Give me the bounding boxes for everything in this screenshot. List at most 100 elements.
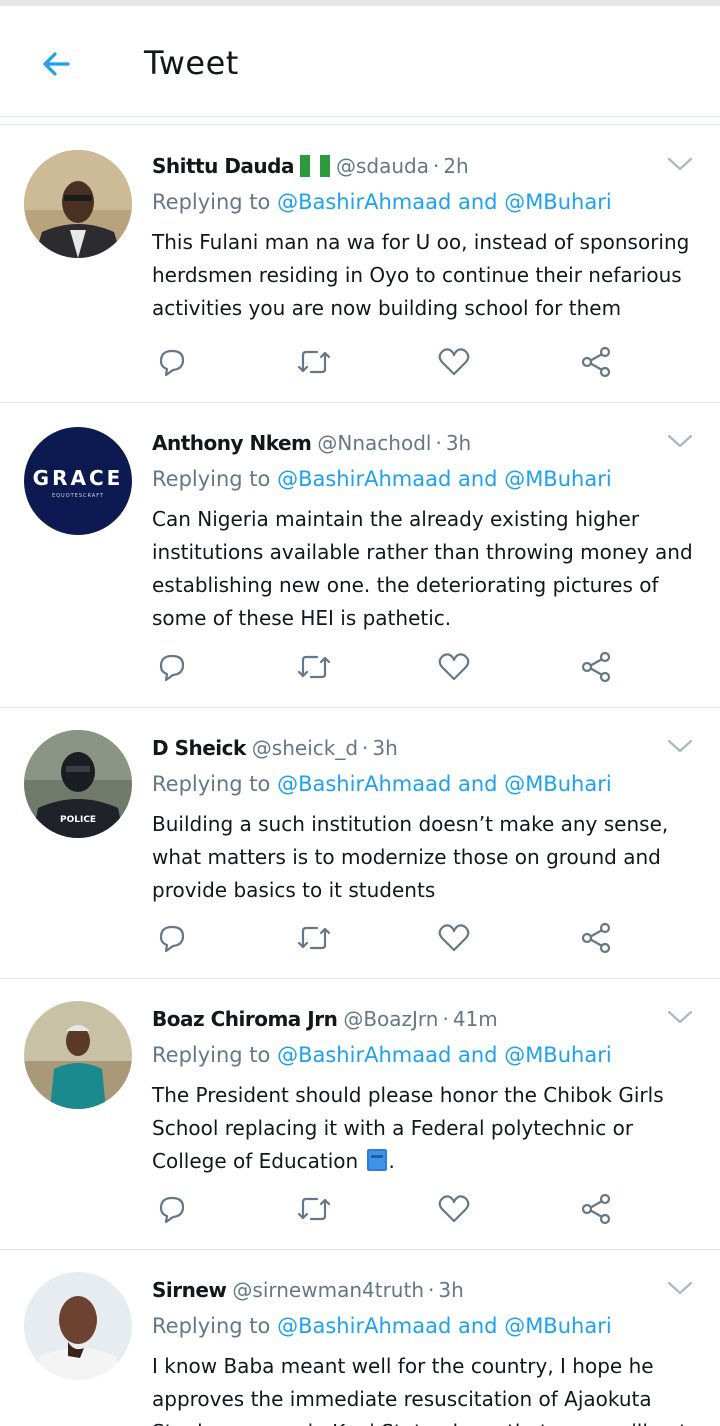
like-button[interactable] bbox=[434, 1189, 474, 1229]
chevron-down-icon[interactable] bbox=[666, 431, 694, 451]
like-button[interactable] bbox=[434, 647, 474, 687]
avatar[interactable] bbox=[24, 1272, 132, 1380]
app-header: Tweet bbox=[0, 6, 720, 117]
timestamp: 3h bbox=[372, 736, 398, 760]
heart-icon bbox=[438, 653, 470, 681]
arrow-left-icon bbox=[43, 52, 70, 76]
display-name[interactable]: Shittu Dauda bbox=[152, 154, 294, 178]
mention-link[interactable]: @MBuhari bbox=[504, 1043, 611, 1067]
chevron-down-icon[interactable] bbox=[666, 1278, 694, 1298]
mention-link[interactable]: @BashirAhmaad bbox=[277, 772, 451, 796]
mention-link[interactable]: @BashirAhmaad bbox=[277, 1314, 451, 1338]
retweet-button[interactable] bbox=[294, 1189, 334, 1229]
tweet-item[interactable]: GRACE EQUOTESCRAFT Anthony Nkem @Nnachodl… bbox=[0, 403, 720, 708]
heart-icon bbox=[438, 348, 470, 376]
like-button[interactable] bbox=[434, 918, 474, 958]
heart-icon bbox=[438, 924, 470, 952]
share-button[interactable] bbox=[576, 1189, 616, 1229]
retweet-button[interactable] bbox=[294, 342, 334, 382]
tweet-item[interactable]: Boaz Chiroma Jrn @BoazJrn · 41m Replying to… bbox=[0, 979, 720, 1250]
mention-link[interactable]: @MBuhari bbox=[504, 772, 611, 796]
share-icon bbox=[581, 651, 611, 683]
tweet-text: Building a such institution doesn’t make… bbox=[152, 812, 669, 902]
tweet-text: The President should please honor the Ch… bbox=[152, 1083, 664, 1173]
nigeria-flag-icon bbox=[299, 155, 330, 177]
chevron-down-icon[interactable] bbox=[666, 736, 694, 756]
tweet-item[interactable]: Shittu Dauda @sdauda · 2h Replying to @Bash… bbox=[0, 126, 720, 403]
reply-bubble-icon bbox=[159, 654, 185, 682]
blue-book-emoji bbox=[366, 1149, 387, 1171]
share-button[interactable] bbox=[576, 918, 616, 958]
action-bar bbox=[152, 647, 622, 687]
avatar-badge-text: POLICE bbox=[60, 815, 96, 825]
tweet-item[interactable]: Sirnew @sirnewman4truth · 3h Replying to @B… bbox=[0, 1250, 720, 1426]
chevron-down-icon[interactable] bbox=[666, 154, 694, 174]
share-button[interactable] bbox=[576, 342, 616, 382]
user-handle[interactable]: @BoazJrn bbox=[343, 1007, 438, 1031]
action-bar bbox=[152, 1189, 622, 1229]
share-icon bbox=[581, 346, 611, 378]
tweet-text: Can Nigeria maintain the already existin… bbox=[152, 507, 693, 630]
mention-link[interactable]: @MBuhari bbox=[504, 1314, 611, 1338]
user-handle[interactable]: @sheick_d bbox=[252, 736, 358, 760]
replying-to: Replying to @BashirAhmaad and @MBuhari bbox=[152, 1314, 612, 1338]
replying-to: Replying to @BashirAhmaad and @MBuhari bbox=[152, 772, 612, 796]
retweet-button[interactable] bbox=[294, 918, 334, 958]
user-handle[interactable]: @sirnewman4truth bbox=[232, 1278, 424, 1302]
avatar[interactable] bbox=[24, 1001, 132, 1109]
separator-dot: · bbox=[442, 1007, 449, 1031]
mention-link[interactable]: @MBuhari bbox=[504, 190, 611, 214]
reply-bubble-icon bbox=[159, 925, 185, 953]
share-icon bbox=[581, 922, 611, 954]
tweet-header: Boaz Chiroma Jrn @BoazJrn · 41m bbox=[152, 1005, 680, 1033]
tweet-header: Shittu Dauda @sdauda · 2h bbox=[152, 152, 680, 180]
retweet-icon bbox=[297, 1197, 331, 1221]
mention-link[interactable]: @MBuhari bbox=[504, 467, 611, 491]
display-name[interactable]: D Sheick bbox=[152, 736, 246, 760]
reply-button[interactable] bbox=[152, 918, 192, 958]
reply-button[interactable] bbox=[152, 647, 192, 687]
like-button[interactable] bbox=[434, 342, 474, 382]
display-name[interactable]: Sirnew bbox=[152, 1278, 227, 1302]
tweet-item[interactable]: POLICE D Sheick @sheick_d · 3h Replying to … bbox=[0, 708, 720, 979]
mention-link[interactable]: @BashirAhmaad bbox=[277, 467, 451, 491]
retweet-button[interactable] bbox=[294, 647, 334, 687]
user-handle[interactable]: @sdauda bbox=[336, 154, 429, 178]
timestamp: 3h bbox=[445, 431, 472, 455]
retweet-icon bbox=[297, 350, 331, 374]
tweet-header: Sirnew @sirnewman4truth · 3h bbox=[152, 1276, 680, 1304]
divider bbox=[0, 124, 720, 125]
avatar[interactable]: GRACE EQUOTESCRAFT bbox=[24, 427, 132, 535]
mention-link[interactable]: @BashirAhmaad bbox=[277, 190, 451, 214]
tweet-header: D Sheick @sheick_d · 3h bbox=[152, 734, 680, 762]
avatar-logo-subtext: EQUOTESCRAFT bbox=[52, 493, 104, 499]
reply-button[interactable] bbox=[152, 342, 192, 382]
separator-dot: · bbox=[435, 431, 442, 455]
avatar[interactable]: POLICE bbox=[24, 730, 132, 838]
reply-bubble-icon bbox=[159, 349, 185, 377]
chevron-down-icon[interactable] bbox=[666, 1007, 694, 1027]
tweet-header: Anthony Nkem @Nnachodl · 3h bbox=[152, 429, 680, 457]
reply-bubble-icon bbox=[159, 1196, 185, 1224]
retweet-icon bbox=[297, 926, 331, 950]
display-name[interactable]: Boaz Chiroma Jrn bbox=[152, 1007, 338, 1031]
share-icon bbox=[581, 1193, 611, 1225]
avatar[interactable] bbox=[24, 150, 132, 258]
avatar-logo-text: GRACE bbox=[33, 466, 124, 490]
mention-link[interactable]: @BashirAhmaad bbox=[277, 1043, 451, 1067]
display-name[interactable]: Anthony Nkem bbox=[152, 431, 312, 455]
separator-dot: · bbox=[428, 1278, 435, 1302]
retweet-icon bbox=[297, 655, 331, 679]
separator-dot: · bbox=[432, 154, 440, 178]
timestamp: 2h bbox=[443, 154, 469, 178]
share-button[interactable] bbox=[576, 647, 616, 687]
timestamp: 3h bbox=[438, 1278, 464, 1302]
replying-to: Replying to @BashirAhmaad and @MBuhari bbox=[152, 467, 612, 491]
heart-icon bbox=[438, 1195, 470, 1223]
user-handle[interactable]: @Nnachodl bbox=[317, 431, 431, 455]
replying-to: Replying to @BashirAhmaad and @MBuhari bbox=[152, 1043, 612, 1067]
back-button[interactable] bbox=[32, 40, 80, 88]
reply-button[interactable] bbox=[152, 1189, 192, 1229]
timestamp: 41m bbox=[452, 1007, 498, 1031]
action-bar bbox=[152, 342, 622, 382]
